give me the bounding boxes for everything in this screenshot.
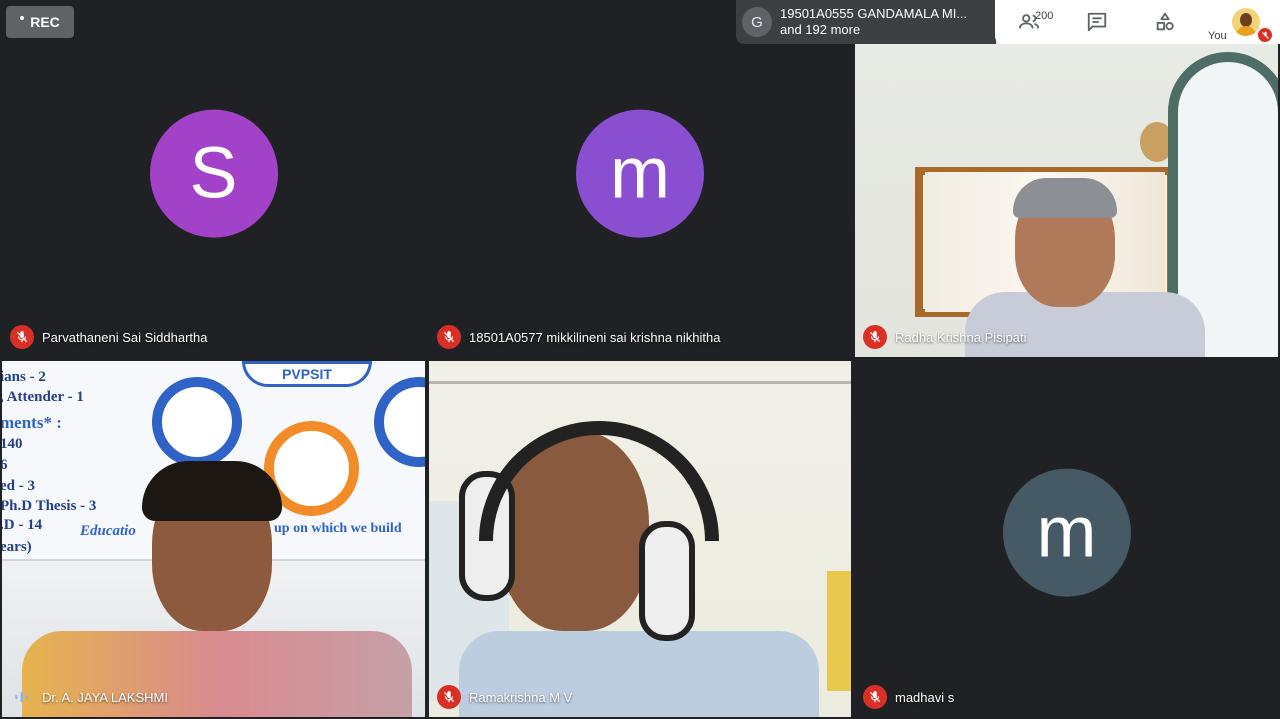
person-hair xyxy=(142,461,282,521)
participant-avatar: S xyxy=(149,109,278,238)
mic-off-icon xyxy=(10,325,34,349)
participant-tile[interactable]: S Parvathaneni Sai Siddhartha xyxy=(0,0,427,359)
board-text: .D - 14 xyxy=(0,517,43,533)
meeting-toolbar: 200 You xyxy=(995,0,1280,44)
notification-line1: 19501A0555 GANDAMALA MI... xyxy=(780,6,968,21)
person-hair xyxy=(1013,178,1117,218)
participant-name: Radha Krishna Pisipati xyxy=(895,329,1027,345)
video-feed: PVPSIT ians - 2 , Attender - 1 ments* : … xyxy=(2,361,425,717)
board-text: ed - 3 xyxy=(0,478,35,494)
mic-off-icon xyxy=(863,325,887,349)
board-text: up on which we build xyxy=(274,521,402,536)
headphone-band xyxy=(479,421,719,541)
chat-button[interactable] xyxy=(1063,0,1131,44)
participant-tile[interactable]: Radha Krishna Pisipati xyxy=(853,0,1280,359)
participant-nameplate: Radha Krishna Pisipati xyxy=(863,325,1027,349)
logo-circle xyxy=(152,377,242,467)
participant-tile[interactable]: PVPSIT ians - 2 , Attender - 1 ments* : … xyxy=(0,359,427,719)
mic-off-icon xyxy=(437,685,461,709)
board-text: ians - 2 xyxy=(0,369,46,385)
self-view-button[interactable]: You xyxy=(1202,4,1272,44)
participants-count: 200 xyxy=(1035,10,1054,22)
participant-name: 18501A0577 mikkilineni sai krishna nikhi… xyxy=(469,329,721,345)
join-notification[interactable]: G 19501A0555 GANDAMALA MI... and 192 mor… xyxy=(736,0,996,44)
video-feed xyxy=(855,2,1278,357)
participant-grid: S Parvathaneni Sai Siddhartha m 18501A05… xyxy=(0,0,1280,719)
shapes-icon xyxy=(1156,12,1174,31)
participant-avatar: m xyxy=(1002,468,1131,597)
recording-dot-icon xyxy=(20,16,25,20)
notification-line2: and 192 more xyxy=(780,22,861,37)
speaking-indicator-icon xyxy=(10,685,34,709)
board-text: , Attender - 1 xyxy=(0,389,84,405)
participants-button[interactable]: 200 xyxy=(995,0,1063,44)
notification-text: 19501A0555 GANDAMALA MI... and 192 more xyxy=(780,6,967,38)
participant-nameplate: 18501A0577 mikkilineni sai krishna nikhi… xyxy=(437,325,720,349)
notification-avatar: G xyxy=(742,7,772,37)
participant-tile[interactable]: m madhavi s xyxy=(853,359,1280,719)
participant-nameplate: Ramakrishna M V xyxy=(437,685,572,709)
participant-avatar: m xyxy=(576,109,704,238)
self-avatar xyxy=(1232,8,1260,36)
participant-nameplate: Parvathaneni Sai Siddhartha xyxy=(10,325,208,349)
board-text: ments* : xyxy=(0,413,62,432)
participant-name: Ramakrishna M V xyxy=(469,689,573,705)
mic-off-icon xyxy=(863,685,887,709)
participant-nameplate: Dr. A. JAYA LAKSHMI xyxy=(10,685,168,709)
self-label: You xyxy=(1208,30,1227,42)
mic-off-icon xyxy=(437,325,461,349)
meeting-stage: S Parvathaneni Sai Siddhartha m 18501A05… xyxy=(0,0,1280,719)
participant-name: Parvathaneni Sai Siddhartha xyxy=(42,329,208,345)
participant-name: Dr. A. JAYA LAKSHMI xyxy=(42,689,168,705)
self-mic-off-icon xyxy=(1258,28,1272,42)
board-text: Educatio xyxy=(80,523,136,539)
video-feed xyxy=(429,361,851,717)
board-text: Ph.D Thesis - 3 xyxy=(0,498,97,514)
chat-icon xyxy=(1087,12,1107,32)
activities-button[interactable] xyxy=(1131,0,1199,44)
board-text: 6 xyxy=(0,457,8,473)
board-text: ears) xyxy=(0,539,32,555)
wall-pipe xyxy=(429,381,851,384)
wall-poster xyxy=(827,571,851,691)
participant-name: madhavi s xyxy=(895,689,955,705)
participant-tile[interactable]: Ramakrishna M V xyxy=(427,359,853,719)
recording-label: REC xyxy=(30,14,60,30)
board-text: 140 xyxy=(0,436,23,452)
recording-indicator: REC xyxy=(6,6,74,38)
sign-banner: PVPSIT xyxy=(242,361,372,387)
participant-tile[interactable]: m 18501A0577 mikkilineni sai krishna nik… xyxy=(427,0,853,359)
participant-nameplate: madhavi s xyxy=(863,685,954,709)
